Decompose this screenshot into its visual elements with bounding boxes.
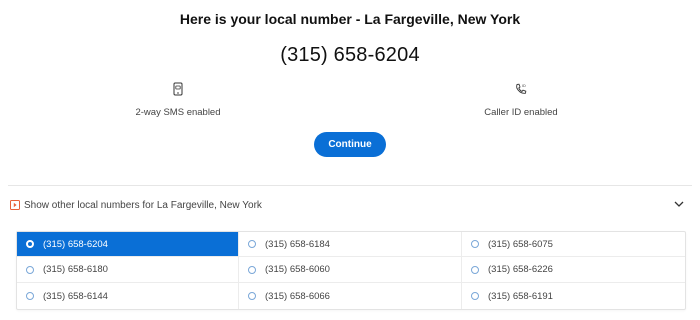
radio-button[interactable] [248,292,256,300]
radio-button[interactable] [471,292,479,300]
number-option[interactable]: (315) 658-6075 [462,232,685,257]
show-other-numbers-toggle[interactable]: Show other local numbers for La Fargevil… [8,192,692,218]
number-option-label: (315) 658-6184 [265,238,330,250]
number-option[interactable]: (315) 658-6184 [239,232,462,257]
svg-text:ID: ID [522,84,526,88]
radio-button[interactable] [471,240,479,248]
sms-phone-icon [173,82,183,96]
number-option-label: (315) 658-6191 [488,290,553,302]
number-option-label: (315) 658-6204 [43,238,108,250]
number-option-label: (315) 658-6060 [265,264,330,275]
number-option[interactable]: (315) 658-6144 [17,283,239,309]
caller-id-icon: ID [516,83,527,94]
feature-caller-id: ID Caller ID enabled [421,82,621,120]
number-option[interactable]: (315) 658-6060 [239,257,462,283]
radio-button[interactable] [26,240,34,248]
number-options-grid: (315) 658-6204 (315) 658-6184 (315) 658-… [16,231,686,310]
expand-icon [10,200,20,210]
number-option[interactable]: (315) 658-6191 [462,283,685,309]
number-option-label: (315) 658-6144 [43,290,108,302]
number-option[interactable]: (315) 658-6066 [239,283,462,309]
radio-button[interactable] [26,292,34,300]
radio-button[interactable] [248,240,256,248]
radio-button[interactable] [248,265,256,274]
number-option-label: (315) 658-6066 [265,290,330,302]
local-phone-number: (315) 658-6204 [280,44,420,66]
page-title: Here is your local number - La Fargevill… [179,11,521,27]
number-option-label: (315) 658-6075 [488,238,553,250]
radio-button[interactable] [26,265,34,274]
feature-sms-label: 2-way SMS enabled [135,107,221,118]
radio-button[interactable] [471,265,479,274]
feature-caller-id-label: Caller ID enabled [484,107,558,118]
number-option-label: (315) 658-6180 [43,264,108,275]
number-option-label: (315) 658-6226 [488,264,553,275]
chevron-down-icon[interactable] [674,200,684,208]
continue-button[interactable]: Continue [314,132,386,157]
number-option[interactable]: (315) 658-6180 [17,257,239,283]
number-option[interactable]: (315) 658-6226 [462,257,685,283]
number-option[interactable]: (315) 658-6204 [17,232,239,257]
feature-sms: 2-way SMS enabled [78,82,278,120]
show-other-numbers-label: Show other local numbers for La Fargevil… [24,199,262,211]
section-divider [8,185,692,186]
